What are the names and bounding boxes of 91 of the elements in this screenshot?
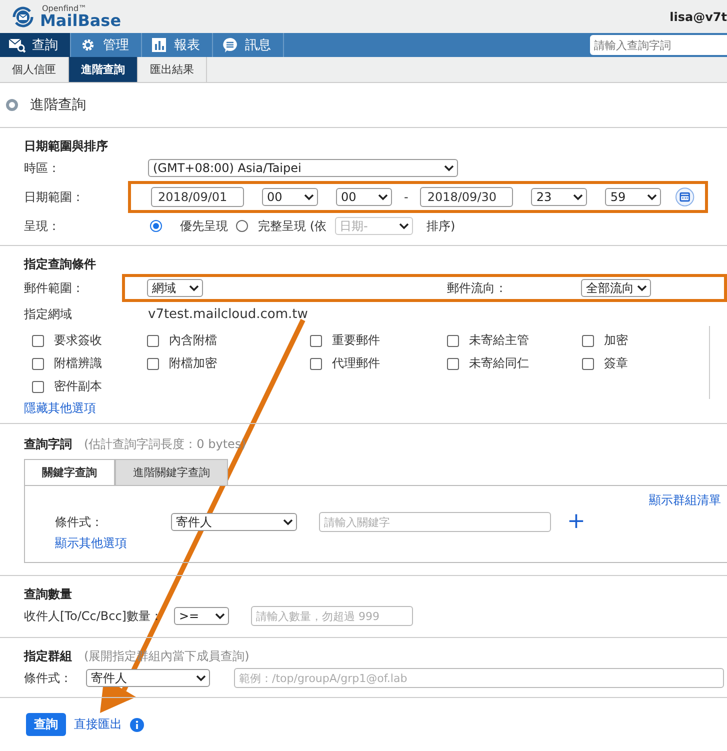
sort-label: 排序) [426,218,456,234]
dropdown[interactable]: 00 [262,188,318,206]
section-title: 指定群組 [24,648,72,665]
checkbox-label: 加密 [604,332,628,349]
checkbox[interactable] [582,334,594,346]
chevron-down-icon [215,612,225,620]
checkbox[interactable] [310,358,322,370]
checkbox[interactable] [147,358,159,370]
checkbox[interactable] [310,334,322,346]
radio-button[interactable] [236,220,248,232]
checkbox[interactable] [447,358,459,370]
radio-button[interactable] [150,220,162,232]
count-field[interactable]: 請輸入數量，勿超過 999 [251,606,413,626]
section-title: 指定查詢條件 [24,256,97,273]
checkbox[interactable] [447,334,459,346]
chevron-down-icon [196,674,206,682]
sub-tab[interactable]: 匯出結果 [138,57,207,82]
checkbox-label: 重要郵件 [332,332,380,349]
chevron-down-icon [189,284,199,292]
field-label: 指定網域 [24,306,73,322]
dropdown[interactable]: 寄件人 [86,669,210,687]
section-title: 日期範圍與排序 [24,138,109,155]
dropdown[interactable]: 23 [531,188,588,206]
user-name: lisa@v7t [670,10,727,24]
checkbox[interactable] [32,358,44,370]
chat-icon [221,37,239,53]
checkbox-label: 附檔加密 [169,355,217,372]
domain-value: v7test.mailcloud.com.tw [148,306,308,322]
search-field[interactable]: 請輸入查詢字詞 [590,35,727,55]
keyword-field[interactable]: 請輸入關鍵字 [319,512,551,532]
hide-options-link[interactable]: 隱藏其他選項 [24,400,727,417]
field-label: 時區： [24,160,61,176]
checkbox-label: 附檔辨識 [54,355,102,372]
search-button[interactable]: 查詢 [26,713,66,736]
dropdown[interactable]: 寄件人 [171,513,297,531]
range-separator: - [404,190,408,204]
field-label: 郵件流向： [447,280,508,296]
field-label: 條件式： [55,514,104,530]
group-list-link[interactable]: 顯示群組清單 [649,492,721,509]
checkbox[interactable] [32,380,44,392]
checkbox-label: 要求簽收 [54,332,102,349]
field-label: 呈現： [24,218,61,234]
ring-icon [6,99,18,111]
checkbox[interactable] [32,334,44,346]
field-label: 條件式： [24,670,73,686]
section-title: 查詢數量 [24,586,73,603]
dropdown[interactable]: (GMT+08:00) Asia/Taipei [148,159,458,177]
checkbox-label: 未寄給同仁 [469,355,529,372]
field-label: 日期範圍： [24,188,85,206]
field-label: 收件人[To/Cc/Bcc]數量： [24,608,164,624]
chevron-down-icon [378,194,388,200]
radio-label: 優先呈現 [180,218,228,234]
chevron-down-icon [573,194,584,200]
mail-search-icon [8,37,26,53]
nav-tab[interactable]: 查詢 [0,33,71,57]
chevron-down-icon [444,164,454,172]
logo-tagline: Openfind™ [41,4,88,12]
group-field[interactable]: 範例：/top/groupA/grp1@of.lab [234,668,724,688]
chevron-down-icon [398,222,408,230]
show-options-link[interactable]: 顯示其他選項 [55,535,727,552]
query-tab[interactable]: 關鍵字查詢 [24,459,115,486]
dropdown[interactable]: 00 [336,188,392,206]
section-title: 查詢字詞 [24,436,72,453]
checkbox[interactable] [582,358,594,370]
info-icon[interactable] [130,718,144,732]
checkbox-label: 內含附檔 [169,332,217,349]
chevron-down-icon [647,194,658,200]
checkbox-label: 簽章 [604,355,628,372]
checkbox[interactable] [147,334,159,346]
dropdown[interactable]: 全部流向 [581,279,651,297]
field-label: 郵件範圍： [24,280,85,296]
chevron-down-icon [304,194,314,200]
checkbox-label: 未寄給主管 [469,332,529,349]
page-title: 進階查詢 [30,96,86,114]
sub-tab[interactable]: 進階查詢 [69,57,138,82]
query-tab[interactable]: 進階關鍵字查詢 [115,459,228,486]
logo-name: MailBase [40,12,122,28]
date-field[interactable]: 2018/09/30 [420,187,514,207]
calendar-icon[interactable] [675,187,695,207]
radio-label: 完整呈現 (依 [258,218,326,234]
export-link[interactable]: 直接匯出 [74,716,122,733]
chevron-down-icon [283,518,293,526]
checkbox-label: 密件副本 [54,378,102,395]
dropdown[interactable]: 59 [605,188,662,206]
checkbox-label: 代理郵件 [332,355,380,372]
dropdown[interactable]: >= [174,607,229,625]
chevron-down-icon [637,284,647,292]
bar-chart-icon [150,37,168,53]
date-field[interactable]: 2018/09/01 [151,187,244,207]
dropdown[interactable]: 網域 [147,279,203,297]
add-button[interactable]: + [567,511,586,533]
